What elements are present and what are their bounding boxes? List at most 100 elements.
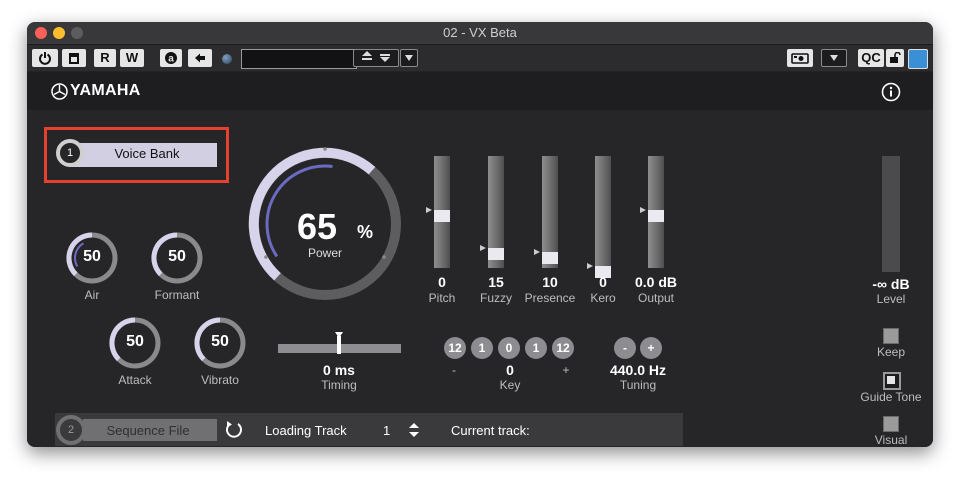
tuning-value: 440.0 Hz — [609, 362, 667, 378]
caret-down-icon — [335, 332, 343, 338]
caret-right-icon — [426, 207, 432, 213]
visual-checkbox[interactable] — [883, 416, 899, 432]
tuning-minus-button[interactable]: - — [614, 337, 636, 359]
timing-value: 0 ms — [323, 362, 355, 378]
caret-right-icon — [534, 249, 540, 255]
formant-label: Formant — [154, 288, 200, 302]
chevron-down-icon — [405, 55, 413, 61]
guide-tone-label: Guide Tone — [860, 390, 922, 404]
chevron-down-icon — [830, 55, 838, 61]
visual-label: Visual — [874, 433, 908, 447]
preset-menu-button[interactable] — [400, 49, 418, 67]
preset-stepper[interactable] — [353, 49, 399, 67]
attack-label: Attack — [118, 373, 152, 387]
main-panel: 1 Voice Bank 65 % Power 50 Air 50 Formant 50… — [27, 110, 933, 447]
key-button-0[interactable]: 12 — [444, 337, 466, 359]
guide-tone-checkbox[interactable] — [883, 372, 901, 390]
status-led-icon — [222, 54, 232, 64]
window-title: 02 - VX Beta — [443, 25, 517, 40]
fuzzy-value: 15 — [488, 274, 504, 290]
pitch-value: 0 — [438, 274, 446, 290]
color-swatch-button[interactable] — [908, 49, 928, 69]
brand-logo: YAMAHA — [70, 82, 141, 99]
vibrato-knob[interactable]: 50 Vibrato — [192, 315, 248, 387]
air-knob[interactable]: 50 Air — [64, 230, 120, 302]
checkbox-checked-mark — [887, 376, 895, 384]
air-value: 50 — [83, 248, 101, 265]
presence-value: 10 — [542, 274, 558, 290]
formant-knob[interactable]: 50 Formant — [149, 230, 205, 302]
refresh-icon[interactable] — [224, 420, 244, 440]
keep-label: Keep — [876, 345, 906, 359]
read-automation-button[interactable]: R — [94, 49, 116, 67]
level-value: -∞ dB — [872, 276, 910, 292]
fuzzy-fader-handle[interactable] — [488, 248, 504, 260]
key-button-1[interactable]: 1 — [471, 337, 493, 359]
title-bar: 02 - VX Beta — [27, 22, 933, 45]
caret-right-icon — [480, 245, 486, 251]
level-label: Level — [876, 292, 906, 306]
yamaha-tuning-forks-icon — [51, 83, 68, 100]
lock-button[interactable] — [886, 49, 904, 67]
camera-icon — [791, 53, 809, 64]
presence-label: Presence — [524, 291, 576, 305]
svg-text:a: a — [168, 54, 174, 65]
preset-back-button[interactable] — [188, 49, 212, 67]
voice-bank-label: Voice Bank — [114, 146, 180, 161]
loading-track-label: Loading Track — [265, 423, 347, 438]
loading-track-value: 1 — [383, 423, 391, 438]
power-label: Power — [307, 246, 342, 260]
vibrato-label: Vibrato — [201, 373, 239, 387]
key-plus-label: + — [562, 363, 570, 377]
write-automation-button[interactable]: W — [120, 49, 144, 67]
timing-slider-handle[interactable] — [337, 336, 341, 354]
kero-fader[interactable] — [595, 156, 611, 268]
snapshot-button[interactable] — [787, 49, 813, 67]
sidechain-button[interactable]: a — [160, 49, 182, 67]
presence-fader-handle[interactable] — [542, 252, 558, 264]
bypass-button[interactable] — [62, 49, 86, 67]
formant-value: 50 — [168, 248, 186, 265]
output-label: Output — [637, 291, 675, 305]
sequence-file-label: Sequence File — [106, 423, 190, 438]
sidechain-icon: a — [165, 52, 177, 65]
plugin-header: YAMAHA — [27, 72, 933, 110]
output-fader-handle[interactable] — [648, 210, 664, 222]
caret-right-icon — [640, 207, 646, 213]
up-down-arrows-icon[interactable] — [407, 422, 421, 438]
power-toggle-button[interactable] — [32, 49, 58, 67]
key-minus-label: - — [452, 363, 456, 377]
attack-knob[interactable]: 50 Attack — [107, 315, 163, 387]
key-label: Key — [499, 378, 521, 392]
key-button-4[interactable]: 12 — [552, 337, 574, 359]
current-track-label: Current track: — [451, 423, 530, 438]
arrow-left-icon — [195, 53, 205, 63]
host-toolbar: R W a QC — [27, 45, 933, 71]
tuning-label: Tuning — [619, 378, 657, 392]
up-down-arrows-icon — [362, 51, 390, 62]
power-value: 65 — [297, 206, 338, 247]
kero-label: Kero — [590, 291, 616, 305]
level-meter — [882, 156, 900, 272]
keep-checkbox[interactable] — [883, 328, 899, 344]
power-unit: % — [357, 222, 374, 242]
air-label: Air — [84, 288, 100, 302]
power-icon — [39, 52, 51, 65]
info-icon[interactable] — [881, 82, 901, 102]
voice-bank-number: 1 — [56, 139, 84, 167]
attack-value: 50 — [126, 333, 144, 350]
tuning-plus-button[interactable]: + — [640, 337, 662, 359]
settings-menu-button[interactable] — [821, 49, 847, 67]
plugin-window: 02 - VX Beta R W a QC YAMAHA 1 Voice Ban… — [27, 22, 933, 447]
bypass-icon — [69, 53, 79, 64]
preset-name-field[interactable] — [241, 49, 357, 69]
pitch-fader-handle[interactable] — [434, 210, 450, 222]
timing-label: Timing — [321, 378, 357, 392]
kero-value: 0 — [599, 274, 607, 290]
quick-controls-button[interactable]: QC — [858, 49, 884, 67]
vibrato-value: 50 — [211, 333, 229, 350]
key-value: 0 — [506, 362, 514, 378]
key-button-3[interactable]: 1 — [525, 337, 547, 359]
key-button-2[interactable]: 0 — [498, 337, 520, 359]
output-value: 0.0 dB — [634, 274, 677, 290]
